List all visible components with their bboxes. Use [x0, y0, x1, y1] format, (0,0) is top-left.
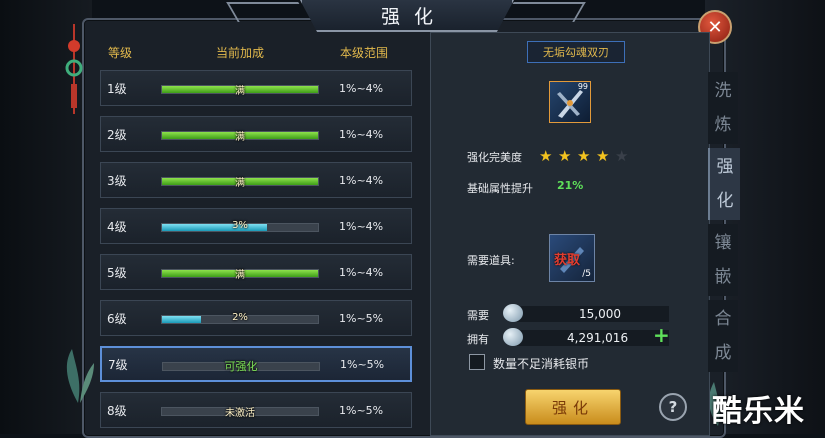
hanging-ornament-icon: [65, 24, 83, 114]
bonus-progress-bar: 3%: [161, 220, 319, 232]
level-label: 4级: [107, 219, 127, 234]
bonus-progress-bar: 可强化: [162, 360, 320, 373]
level-row[interactable]: 5级 满 1%~4%: [100, 254, 412, 290]
bonus-progress-bar: 满: [161, 131, 319, 143]
star-icon: ★: [558, 147, 572, 165]
dialog-title: 强化: [300, 0, 514, 32]
bonus-progress-text: 满: [235, 132, 245, 143]
enhance-detail-panel: 无垢勾魂双刃 99 强化完美度 ★ ★ ★ ★ ★ 基础属性提升 21% 需要道…: [430, 32, 710, 436]
tab-char: 炼: [714, 115, 732, 135]
bonus-progress-text: 2%: [232, 312, 248, 323]
get-item-link[interactable]: 获取: [554, 249, 580, 268]
bonus-progress-bar: 未激活: [161, 407, 319, 419]
bonus-progress-text: 满: [235, 178, 245, 189]
star-icon: ★: [577, 147, 591, 165]
required-item-count: /5: [582, 269, 591, 279]
level-label: 7级: [108, 357, 128, 372]
need-item-label: 需要道具:: [467, 254, 515, 267]
silver-coin-icon: [503, 304, 523, 322]
owned-silver-value: 4,291,016: [567, 331, 629, 345]
bonus-progress-bar: 满: [161, 85, 319, 97]
bonus-progress-text: 3%: [232, 220, 248, 231]
level-label: 5级: [107, 265, 127, 280]
header-level-range: 本级范围: [340, 46, 389, 60]
silver-coin-icon: [503, 328, 523, 346]
level-list-panel: 等级 当前加成 本级范围 1级 满 1%~4% 2级 满 1%~4% 3级 满 …: [96, 32, 420, 434]
need-cost-field: 15,000: [503, 304, 669, 322]
level-label: 3级: [107, 173, 127, 188]
tab-synthesis[interactable]: 合成: [708, 300, 738, 372]
level-range: 1%~5%: [340, 357, 385, 371]
header-current-bonus: 当前加成: [216, 46, 265, 60]
watermark-logo: 酷乐米: [712, 394, 805, 429]
bonus-progress-bar: 满: [161, 269, 319, 281]
tab-char: 洗: [714, 81, 732, 101]
bonus-progress-text: 满: [235, 270, 245, 281]
base-attr-value: 21%: [557, 179, 584, 192]
bonus-progress-bar: 2%: [161, 312, 319, 324]
title-wing-left: [226, 2, 310, 22]
item-icon[interactable]: 99: [549, 81, 591, 123]
level-label: 6级: [107, 311, 127, 326]
bonus-progress-text: 满: [235, 86, 245, 97]
level-row[interactable]: 3级 满 1%~4%: [100, 162, 412, 198]
need-cost-label: 需要: [467, 309, 489, 322]
bonus-progress-bar: 满: [161, 177, 319, 189]
leaf-decoration-icon: [66, 349, 94, 403]
header-level: 等级: [108, 46, 133, 60]
help-icon[interactable]: ?: [659, 393, 687, 421]
owned-label: 拥有: [467, 333, 489, 346]
add-silver-icon[interactable]: +: [653, 323, 670, 347]
level-row[interactable]: 2级 满 1%~4%: [100, 116, 412, 152]
need-cost-value: 15,000: [579, 307, 621, 321]
level-range: 1%~4%: [339, 173, 384, 187]
bonus-progress-text: 未激活: [225, 408, 255, 419]
level-row-selected[interactable]: 7级 可强化 1%~5%: [100, 346, 412, 382]
tab-char: 化: [716, 191, 734, 211]
tab-char: 合: [714, 309, 732, 329]
perfection-label: 强化完美度: [467, 151, 522, 164]
enhance-button[interactable]: 强化: [525, 389, 621, 425]
item-level-badge: 99: [577, 82, 588, 91]
level-row[interactable]: 1级 满 1%~4%: [100, 70, 412, 106]
star-icon: ★: [596, 147, 610, 165]
tab-enhance[interactable]: 强化: [708, 148, 740, 220]
level-range: 1%~4%: [339, 219, 384, 233]
level-row[interactable]: 8级 未激活 1%~5%: [100, 392, 412, 428]
tab-char: 嵌: [714, 267, 732, 287]
use-silver-label: 数量不足消耗银币: [493, 357, 590, 371]
tab-char: 强: [716, 157, 734, 177]
bonus-progress-text: 可强化: [224, 360, 258, 373]
item-name: 无垢勾魂双刃: [527, 41, 625, 63]
use-silver-checkbox[interactable]: [469, 354, 485, 370]
level-row[interactable]: 4级 3% 1%~4%: [100, 208, 412, 244]
level-range: 1%~4%: [339, 81, 384, 95]
level-range: 1%~5%: [339, 311, 384, 325]
level-label: 8级: [107, 403, 127, 418]
star-icon: ★: [539, 147, 553, 165]
level-range: 1%~5%: [339, 403, 384, 417]
tab-inlay[interactable]: 镶嵌: [708, 224, 738, 296]
title-wing-right: [502, 2, 586, 22]
base-attr-label: 基础属性提升: [467, 182, 533, 195]
tab-refine[interactable]: 洗炼: [708, 72, 738, 144]
star-empty-icon: ★: [615, 147, 629, 165]
level-label: 2级: [107, 127, 127, 142]
level-range: 1%~4%: [339, 127, 384, 141]
tab-char: 成: [714, 343, 732, 363]
tab-char: 镶: [714, 233, 732, 253]
required-item-slot[interactable]: 获取 /5: [549, 234, 595, 282]
level-label: 1级: [107, 81, 127, 96]
level-row[interactable]: 6级 2% 1%~5%: [100, 300, 412, 336]
level-range: 1%~4%: [339, 265, 384, 279]
owned-silver-field: 4,291,016: [503, 328, 669, 346]
